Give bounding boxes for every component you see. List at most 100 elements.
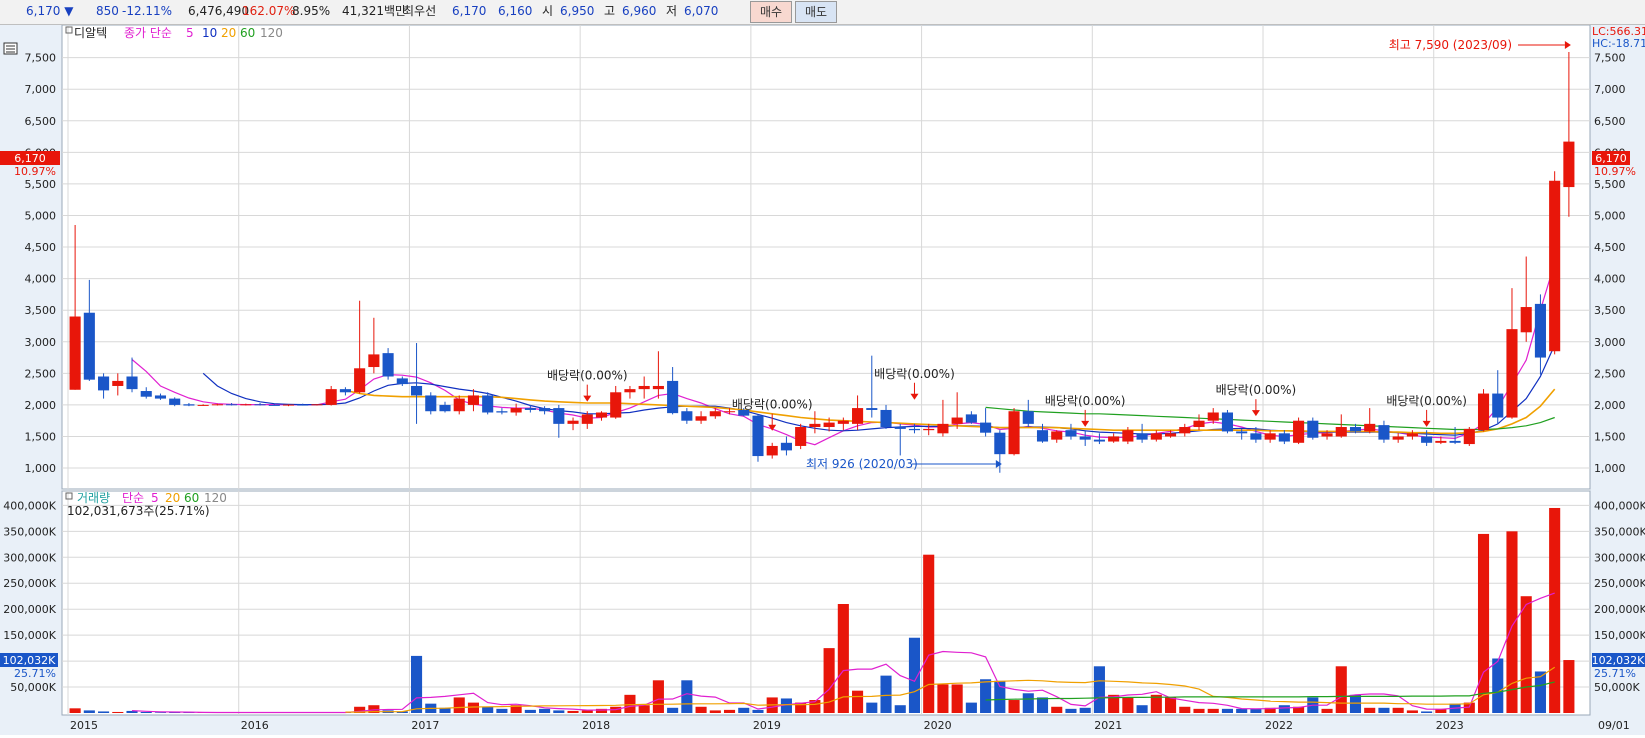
- current-price: 6,170 ▼: [26, 4, 74, 18]
- price-y-tick-left: 4,500: [25, 241, 57, 254]
- candle-body: [1264, 433, 1276, 440]
- candle-body: [254, 404, 266, 406]
- candle-body: [226, 404, 238, 406]
- volume-bar: [410, 655, 423, 713]
- candle-body: [1221, 412, 1234, 432]
- candle-body: [1534, 303, 1546, 358]
- volume-bar: [1392, 707, 1404, 713]
- open-label: 시: [542, 4, 554, 18]
- volume-bar: [1136, 705, 1148, 713]
- left-volume-tag-text: 102,032K: [3, 654, 56, 667]
- volume-bar: [667, 707, 679, 713]
- low-price: 6,070: [684, 4, 719, 18]
- candle-body: [368, 354, 380, 368]
- sell-button[interactable]: 매도: [795, 1, 837, 23]
- candle-body: [1136, 433, 1148, 440]
- price-y-tick-left: 7,500: [25, 52, 57, 65]
- volume-bar: [1122, 697, 1134, 713]
- candle-body: [667, 380, 679, 414]
- price-y-tick-right: 6,500: [1594, 115, 1626, 128]
- candle-body: [809, 423, 821, 428]
- x-axis-label: 2022: [1265, 719, 1293, 732]
- candle-body: [169, 398, 181, 405]
- candle-body: [439, 404, 451, 412]
- candle-body: [354, 368, 366, 393]
- vol-legend-ma20: 20: [165, 491, 180, 505]
- candle-body: [112, 380, 124, 386]
- candle-body: [1122, 430, 1134, 442]
- candle-body: [396, 378, 408, 385]
- volume-y-tick-left: 250,000K: [3, 577, 56, 590]
- dividend-label: 배당락(0.00%): [732, 398, 813, 412]
- price-down-arrow-icon: ▼: [64, 4, 74, 18]
- turnover-rate: 8.95%: [292, 4, 331, 18]
- candle-body: [709, 411, 721, 417]
- volume-y-tick-left: 200,000K: [3, 603, 56, 616]
- volume-bar: [1093, 666, 1105, 713]
- candle-body: [1108, 436, 1120, 442]
- volume-y-tick-right: 50,000K: [1594, 681, 1640, 694]
- price-y-tick-right: 5,500: [1594, 178, 1626, 191]
- candle-body: [923, 428, 935, 431]
- x-axis-label: 2015: [70, 719, 98, 732]
- price-change-pct: -12.11%: [122, 4, 173, 18]
- candle-body: [852, 408, 864, 424]
- buy-button[interactable]: 매수: [750, 1, 792, 23]
- x-axis-label: 09/01: [1598, 719, 1630, 732]
- candle-body: [140, 391, 152, 397]
- price-y-tick-left: 1,000: [25, 462, 57, 475]
- price-y-tick-right: 1,500: [1594, 430, 1626, 443]
- low-annotation: 최저 926 (2020/03): [806, 457, 918, 471]
- candle-body: [880, 409, 892, 428]
- candle-body: [183, 404, 195, 406]
- price-y-tick-left: 3,500: [25, 304, 57, 317]
- chart-area[interactable]: 배당락(0.00%) 배당락(0.00%) 배당락(0.00%) 배당락(0.00%)…: [0, 24, 1645, 738]
- volume-bar: [638, 705, 650, 713]
- candle-body: [866, 408, 878, 410]
- legend-ma10: 10: [202, 26, 217, 40]
- volume-bar: [1022, 693, 1034, 713]
- candle-body: [965, 414, 977, 423]
- candle-body: [197, 404, 209, 406]
- volume-bar: [1221, 708, 1234, 713]
- volume-bar: [695, 706, 707, 713]
- dividend-label: 배당락(0.00%): [874, 367, 955, 381]
- candle-body: [1278, 433, 1290, 442]
- stock-chart[interactable]: 배당락(0.00%) 배당락(0.00%) 배당락(0.00%) 배당락(0.00%)…: [0, 24, 1645, 735]
- volume-bar: [1335, 666, 1347, 713]
- candle-body: [1449, 440, 1461, 443]
- candle-body: [425, 395, 437, 412]
- stock-name: 디알텍: [74, 26, 107, 40]
- volume-y-tick-left: 400,000K: [3, 499, 56, 512]
- candle-body: [581, 414, 593, 424]
- candle-body: [652, 385, 664, 390]
- candle-body: [339, 389, 351, 393]
- right-volume-tag-text: 102,032K: [1592, 654, 1645, 667]
- price-y-tick-right: 4,000: [1594, 273, 1626, 286]
- price-y-tick-right: 2,500: [1594, 367, 1626, 380]
- candle-body: [1293, 420, 1305, 443]
- price-y-tick-left: 1,500: [25, 430, 57, 443]
- price-y-tick-right: 7,000: [1594, 83, 1626, 96]
- dividend-label: 배당락(0.00%): [547, 369, 628, 383]
- best-ask: 6,170: [452, 4, 487, 18]
- candle-body: [1036, 430, 1049, 442]
- candle-body: [1193, 420, 1205, 428]
- volume-bar: [524, 709, 536, 713]
- candle-body: [510, 408, 522, 413]
- volume-bar: [496, 708, 508, 713]
- chart-settings-icon[interactable]: [3, 42, 18, 55]
- price-y-tick-left: 2,500: [25, 367, 57, 380]
- candle-body: [240, 404, 252, 406]
- price-y-tick-left: 5,500: [25, 178, 57, 191]
- volume-y-tick-right: 300,000K: [1594, 551, 1645, 564]
- x-axis-label: 2017: [411, 719, 439, 732]
- candle-body: [1321, 433, 1333, 437]
- volume-legend-title: 거래량: [77, 491, 110, 505]
- candle-body: [467, 395, 480, 405]
- price-y-tick-right: 4,500: [1594, 241, 1626, 254]
- candle-body: [1435, 440, 1447, 443]
- volume-y-tick-left: 300,000K: [3, 551, 56, 564]
- price-y-tick-right: 3,500: [1594, 304, 1626, 317]
- volume-bar: [880, 675, 892, 713]
